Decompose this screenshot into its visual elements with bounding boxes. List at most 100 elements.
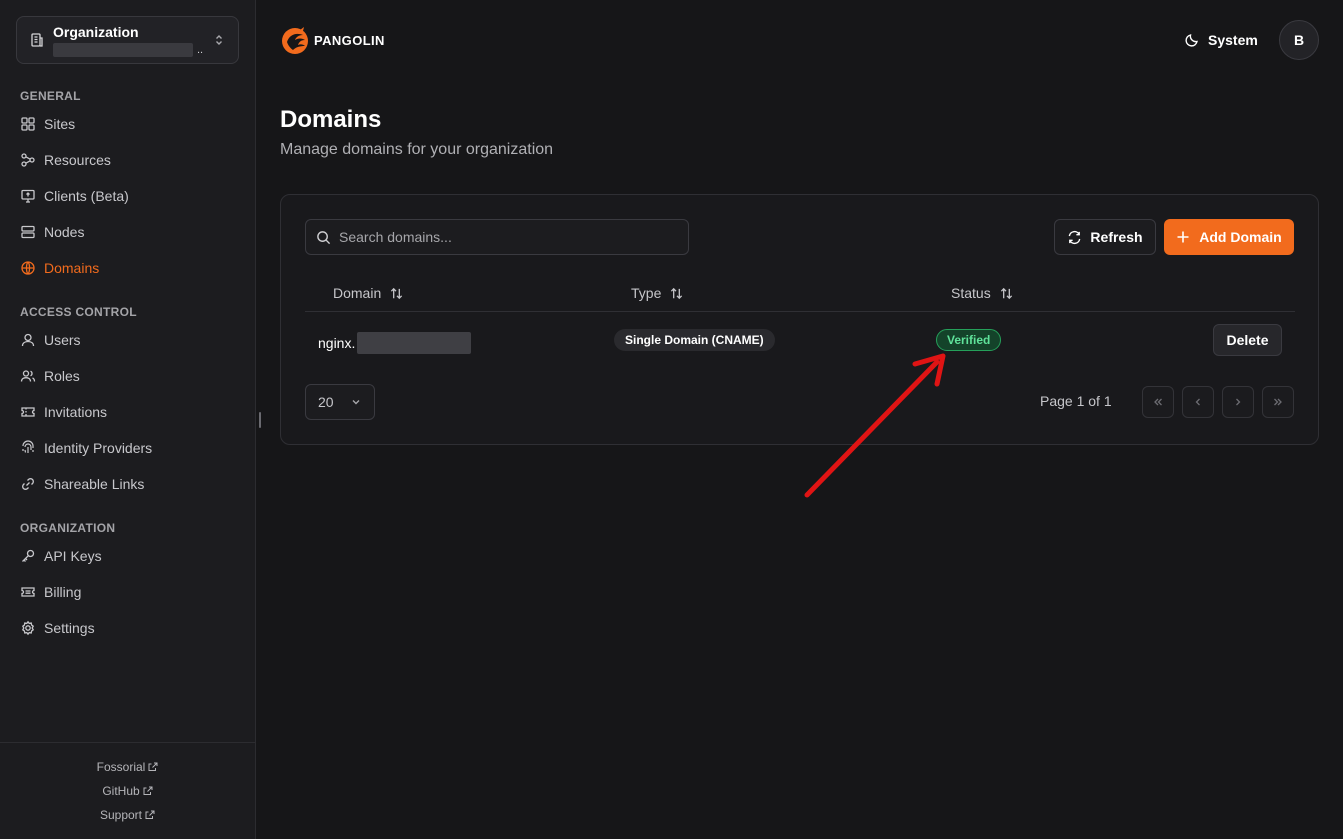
footer-link-label: Support: [99, 808, 143, 822]
page-size-value: 20: [318, 394, 334, 410]
page-info: Page 1 of 1: [1040, 393, 1112, 409]
sidebar-item-settings[interactable]: Settings: [20, 616, 95, 640]
link-icon: [22, 478, 34, 490]
moon-icon: [1185, 34, 1198, 47]
sidebar-item-label: Invitations: [44, 404, 108, 420]
brand[interactable]: PANGOLIN: [280, 24, 385, 56]
last-page-button[interactable]: [1262, 386, 1294, 418]
chevron-right-icon: [1236, 398, 1241, 406]
sidebar-item-resources[interactable]: Resources: [20, 148, 111, 172]
add-domain-label: Add Domain: [1199, 229, 1282, 245]
refresh-button[interactable]: Refresh: [1054, 219, 1156, 255]
building-icon: [31, 33, 43, 47]
sidebar: Organization .. GENERAL Sites Resources …: [0, 0, 256, 839]
theme-label: System: [1208, 32, 1258, 48]
sidebar-item-label: Shareable Links: [44, 476, 145, 492]
footer-link-github[interactable]: GitHub: [0, 784, 255, 798]
chevrons-up-down-icon: [216, 35, 222, 45]
footer-link-label: Fossorial: [96, 760, 146, 774]
next-page-button[interactable]: [1222, 386, 1254, 418]
add-domain-button[interactable]: Add Domain: [1164, 219, 1294, 255]
org-title: Organization: [53, 23, 139, 40]
theme-toggle[interactable]: System: [1184, 30, 1258, 50]
sidebar-item-identity-providers[interactable]: Identity Providers: [20, 436, 152, 460]
pangolin-logo-icon: [282, 27, 308, 54]
search-box: [305, 219, 689, 255]
table-header-divider: [305, 311, 1295, 312]
external-link-icon: [145, 810, 155, 819]
refresh-icon: [1069, 230, 1081, 244]
column-header-type[interactable]: Type: [631, 283, 684, 303]
page-size-select[interactable]: 20: [305, 384, 375, 420]
sidebar-item-label: Clients (Beta): [44, 188, 129, 204]
column-header-domain[interactable]: Domain: [333, 283, 404, 303]
avatar[interactable]: B: [1279, 20, 1319, 60]
sidebar-item-billing[interactable]: Billing: [20, 580, 81, 604]
footer-link-support[interactable]: Support: [0, 808, 255, 822]
sort-icon: [1000, 287, 1012, 299]
sidebar-item-label: Settings: [44, 620, 95, 636]
refresh-label: Refresh: [1090, 229, 1143, 245]
column-header-label: Status: [951, 285, 991, 301]
sidebar-item-shareable-links[interactable]: Shareable Links: [20, 472, 144, 496]
sidebar-resize-handle[interactable]: [259, 412, 261, 428]
sidebar-item-invitations[interactable]: Invitations: [20, 400, 107, 424]
ticket-icon: [21, 407, 35, 417]
delete-button[interactable]: Delete: [1213, 324, 1282, 356]
external-link-icon: [148, 762, 158, 771]
footer-link-label: GitHub: [102, 784, 140, 798]
page-subtitle: Manage domains for your organization: [280, 141, 554, 158]
sidebar-item-label: Nodes: [44, 224, 85, 240]
sidebar-item-roles[interactable]: Roles: [20, 364, 80, 388]
brand-name: PANGOLIN: [314, 32, 385, 48]
sidebar-item-label: Domains: [44, 260, 100, 276]
plus-icon: [1177, 231, 1189, 243]
globe-icon: [21, 261, 35, 275]
gear-icon: [21, 620, 35, 636]
sidebar-item-sites[interactable]: Sites: [20, 112, 75, 136]
search-input[interactable]: [339, 229, 678, 245]
domain-name: nginx.: [318, 335, 356, 351]
page-title: Domains: [280, 106, 382, 133]
fingerprint-icon: [22, 440, 34, 453]
domain-redacted: [357, 332, 472, 354]
chevron-down-icon: [352, 400, 360, 405]
sidebar-item-label: Users: [44, 332, 81, 348]
column-header-label: Domain: [333, 285, 382, 301]
sidebar-footer: Fossorial GitHub Support: [0, 742, 255, 839]
org-name-redacted: [53, 42, 193, 57]
sidebar-item-clients[interactable]: Clients (Beta): [20, 184, 129, 208]
sidebar-item-api-keys[interactable]: API Keys: [20, 544, 102, 568]
chevrons-left-icon: [1154, 398, 1162, 406]
org-name-ellipsis: ..: [197, 43, 204, 56]
user-icon: [21, 333, 35, 347]
clients-icon: [21, 189, 35, 203]
sidebar-item-label: Identity Providers: [44, 440, 153, 456]
chevron-left-icon: [1195, 398, 1200, 406]
sidebar-item-users[interactable]: Users: [20, 328, 81, 352]
section-title-general: GENERAL: [20, 89, 81, 103]
sort-icon: [391, 287, 403, 299]
billing-icon: [21, 587, 35, 597]
type-badge: Single Domain (CNAME): [614, 329, 775, 351]
sites-icon: [21, 117, 35, 131]
previous-page-button[interactable]: [1182, 386, 1214, 418]
external-link-icon: [143, 786, 153, 795]
search-icon: [317, 230, 331, 244]
sort-icon: [671, 287, 683, 299]
users-icon: [20, 370, 36, 382]
sidebar-item-label: API Keys: [44, 548, 102, 564]
nodes-icon: [21, 225, 35, 239]
sidebar-item-domains[interactable]: Domains: [20, 256, 99, 280]
domain-cell: nginx.: [318, 332, 472, 354]
first-page-button[interactable]: [1142, 386, 1174, 418]
sidebar-item-label: Resources: [44, 152, 111, 168]
resources-icon: [21, 153, 35, 167]
sidebar-item-nodes[interactable]: Nodes: [20, 220, 84, 244]
footer-link-fossorial[interactable]: Fossorial: [0, 760, 255, 774]
section-title-organization: ORGANIZATION: [20, 521, 116, 535]
org-switcher[interactable]: Organization ..: [16, 16, 239, 64]
column-header-status[interactable]: Status: [951, 283, 1014, 303]
status-badge: Verified: [936, 329, 1002, 351]
key-icon: [22, 549, 35, 562]
